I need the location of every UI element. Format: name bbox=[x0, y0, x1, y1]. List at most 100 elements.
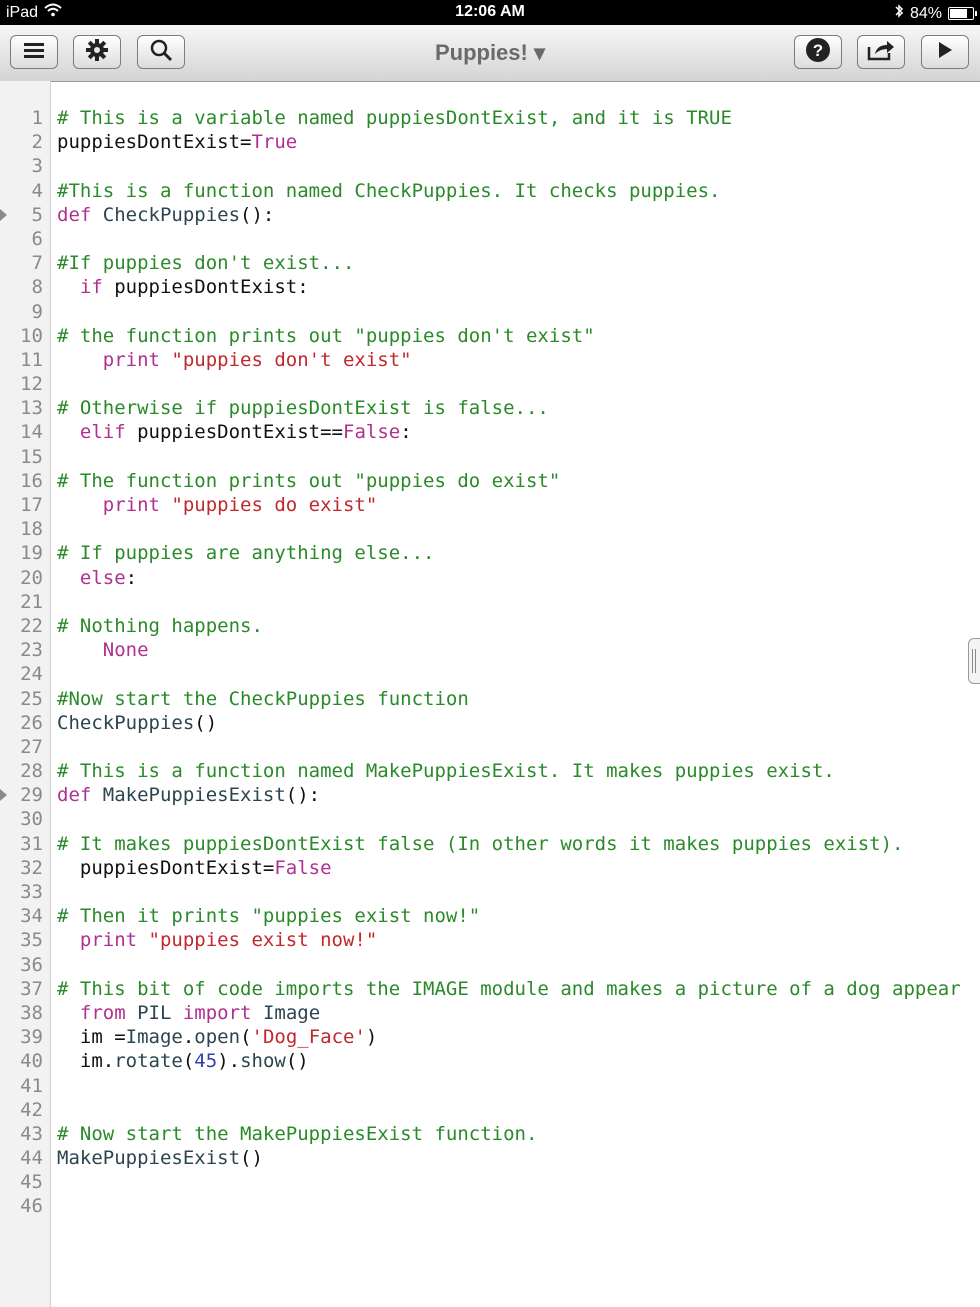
code-text: elif puppiesDontExist==False: bbox=[57, 420, 412, 444]
code-line[interactable]: 16 # The function prints out "puppies do … bbox=[0, 469, 980, 493]
code-token-kw: None bbox=[102, 639, 149, 662]
grip-line bbox=[972, 649, 973, 673]
code-line[interactable]: 1 # This is a variable named puppiesDontE… bbox=[0, 106, 980, 130]
line-number: 10 bbox=[20, 324, 43, 347]
code-line[interactable]: 23 None bbox=[0, 638, 980, 662]
line-number: 25 bbox=[20, 687, 43, 710]
code-line[interactable]: 33 bbox=[0, 880, 980, 904]
code-line[interactable]: 45 bbox=[0, 1170, 980, 1194]
code-token-comment: #If puppies don't exist... bbox=[57, 252, 355, 275]
code-line[interactable]: 4 #This is a function named CheckPuppies.… bbox=[0, 179, 980, 203]
code-line[interactable]: 24 bbox=[0, 662, 980, 686]
code-token-kw: if bbox=[79, 276, 115, 299]
code-line[interactable]: 21 bbox=[0, 590, 980, 614]
line-number: 45 bbox=[20, 1171, 43, 1194]
code-token-kw: else bbox=[79, 566, 126, 589]
code-line[interactable]: 14 elif puppiesDontExist==False: bbox=[0, 420, 980, 444]
code-token-fn: CheckPuppies bbox=[57, 711, 195, 734]
code-token-plain: ) bbox=[365, 1026, 378, 1049]
code-line[interactable]: 22 # Nothing happens. bbox=[0, 614, 980, 638]
code-editor[interactable]: 1 # This is a variable named puppiesDontE… bbox=[0, 106, 980, 1219]
bluetooth-icon bbox=[894, 3, 904, 24]
line-number: 1 bbox=[31, 107, 43, 129]
code-line[interactable]: 9 bbox=[0, 300, 980, 324]
line-number: 28 bbox=[20, 760, 43, 783]
code-token-comment: # Then it prints "puppies exist now!" bbox=[57, 905, 481, 928]
line-number: 18 bbox=[20, 518, 43, 541]
code-line[interactable]: 8 if puppiesDontExist: bbox=[0, 275, 980, 299]
code-line[interactable]: 19 # If puppies are anything else... bbox=[0, 541, 980, 565]
code-token-comment: # Otherwise if puppiesDontExist is false… bbox=[57, 397, 549, 420]
help-button[interactable]: ? bbox=[794, 35, 842, 69]
code-token-fn: rotate bbox=[114, 1050, 183, 1073]
scroll-handle[interactable] bbox=[968, 638, 980, 684]
code-text: #Now start the CheckPuppies function bbox=[57, 687, 469, 711]
code-line[interactable]: 41 bbox=[0, 1074, 980, 1098]
code-line[interactable]: 40 im.rotate(45).show() bbox=[0, 1049, 980, 1073]
code-line[interactable]: 42 bbox=[0, 1098, 980, 1122]
code-token-plain: : bbox=[125, 566, 138, 589]
code-line[interactable]: 38 from PIL import Image bbox=[0, 1001, 980, 1025]
code-line[interactable]: 31 # It makes puppiesDontExist false (In … bbox=[0, 832, 980, 856]
code-line[interactable]: 10 # the function prints out "puppies don… bbox=[0, 324, 980, 348]
code-line[interactable]: 39 im =Image.open('Dog_Face') bbox=[0, 1025, 980, 1049]
line-number: 17 bbox=[20, 494, 43, 516]
code-line[interactable]: 26 CheckPuppies() bbox=[0, 711, 980, 735]
code-line[interactable]: 30 bbox=[0, 807, 980, 831]
code-line[interactable]: 18 bbox=[0, 517, 980, 541]
line-number: 16 bbox=[20, 469, 43, 492]
code-line[interactable]: 15 bbox=[0, 445, 980, 469]
code-text: im =Image.open('Dog_Face') bbox=[57, 1025, 377, 1049]
code-token-fn: Image bbox=[125, 1026, 183, 1049]
code-line[interactable]: 35 print "puppies exist now!" bbox=[0, 928, 980, 952]
code-line[interactable]: 7 #If puppies don't exist... bbox=[0, 251, 980, 275]
code-text: if puppiesDontExist: bbox=[57, 275, 309, 299]
code-line[interactable]: 6 bbox=[0, 227, 980, 251]
code-line[interactable]: 20 else: bbox=[0, 566, 980, 590]
code-text: # This is a function named MakePuppiesEx… bbox=[57, 759, 835, 783]
code-line[interactable]: 32 puppiesDontExist=False bbox=[0, 856, 980, 880]
share-button[interactable] bbox=[857, 35, 905, 69]
code-line[interactable]: 28 # This is a function named MakePuppies… bbox=[0, 759, 980, 783]
code-line[interactable]: 12 bbox=[0, 372, 980, 396]
code-token-fn: MakePuppiesExist bbox=[102, 784, 286, 807]
code-line[interactable]: 34 # Then it prints "puppies exist now!" bbox=[0, 904, 980, 928]
code-line[interactable]: 37 # This bit of code imports the IMAGE m… bbox=[0, 977, 980, 1001]
code-token-str: "puppies exist now!" bbox=[148, 929, 378, 952]
code-line[interactable]: 13 # Otherwise if puppiesDontExist is fal… bbox=[0, 396, 980, 420]
code-line[interactable]: 25 #Now start the CheckPuppies function bbox=[0, 687, 980, 711]
code-line[interactable]: 5 def CheckPuppies(): bbox=[0, 203, 980, 227]
line-number: 26 bbox=[20, 711, 43, 734]
code-text: # Now start the MakePuppiesExist functio… bbox=[57, 1122, 537, 1146]
code-text: #This is a function named CheckPuppies. … bbox=[57, 179, 720, 203]
document-title-text: Puppies! bbox=[434, 40, 528, 65]
line-number: 19 bbox=[20, 542, 43, 565]
code-text: print "puppies exist now!" bbox=[57, 928, 377, 952]
code-line[interactable]: 2 puppiesDontExist=True bbox=[0, 130, 980, 154]
code-line[interactable]: 11 print "puppies don't exist" bbox=[0, 348, 980, 372]
code-text: def CheckPuppies(): bbox=[57, 203, 274, 227]
code-line[interactable]: 29 def MakePuppiesExist(): bbox=[0, 783, 980, 807]
code-line[interactable]: 44 MakePuppiesExist() bbox=[0, 1146, 980, 1170]
code-token-comment: #Now start the CheckPuppies function bbox=[57, 687, 469, 710]
code-text: print "puppies don't exist" bbox=[57, 348, 412, 372]
code-line[interactable]: 17 print "puppies do exist" bbox=[0, 493, 980, 517]
play-icon bbox=[936, 40, 954, 65]
line-number: 8 bbox=[31, 276, 43, 299]
code-line[interactable]: 27 bbox=[0, 735, 980, 759]
help-icon: ? bbox=[805, 37, 831, 68]
code-token-kw: def bbox=[57, 203, 103, 226]
code-line[interactable]: 36 bbox=[0, 953, 980, 977]
line-number: 2 bbox=[31, 131, 43, 154]
run-button[interactable] bbox=[921, 35, 969, 69]
code-line[interactable]: 3 bbox=[0, 154, 980, 178]
line-number: 33 bbox=[20, 881, 43, 903]
code-text: # This is a variable named puppiesDontEx… bbox=[57, 106, 732, 130]
code-token-plain: : bbox=[400, 421, 412, 444]
code-line[interactable]: 43 # Now start the MakePuppiesExist funct… bbox=[0, 1122, 980, 1146]
line-number: 22 bbox=[20, 614, 43, 637]
code-line[interactable]: 46 bbox=[0, 1194, 980, 1218]
